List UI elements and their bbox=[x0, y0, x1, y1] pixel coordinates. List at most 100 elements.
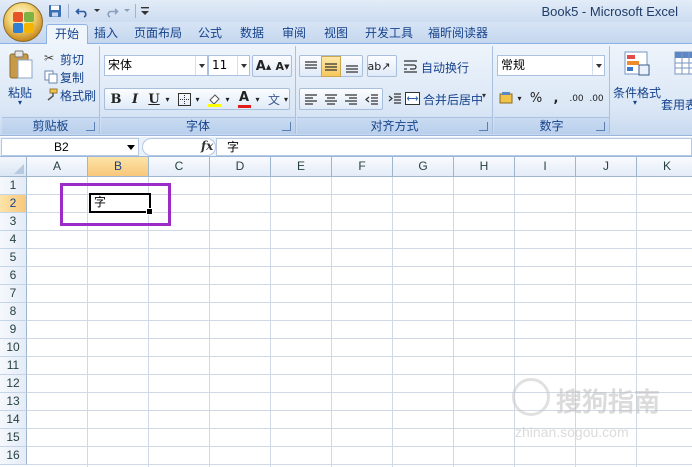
clipboard-dialog-launcher[interactable] bbox=[86, 122, 95, 131]
phonetic-dropdown-icon[interactable]: ▾ bbox=[282, 89, 290, 110]
column-header-b[interactable]: B bbox=[88, 157, 149, 177]
font-dialog-launcher[interactable] bbox=[282, 122, 291, 131]
insert-function-icon[interactable]: fx bbox=[201, 139, 213, 153]
fill-color-icon[interactable] bbox=[205, 89, 223, 110]
phonetic-icon[interactable]: 文 bbox=[265, 89, 283, 110]
row-header-12[interactable]: 12 bbox=[0, 375, 27, 393]
tab-developer[interactable]: 开发工具 bbox=[362, 24, 416, 44]
tab-page-layout[interactable]: 页面布局 bbox=[128, 24, 188, 44]
tab-foxit-reader[interactable]: 福昕阅读器 bbox=[424, 24, 492, 44]
italic-button[interactable]: I bbox=[126, 89, 144, 110]
name-box[interactable]: B2 bbox=[1, 138, 139, 156]
column-header-c[interactable]: C bbox=[149, 157, 210, 177]
column-header-g[interactable]: G bbox=[393, 157, 454, 177]
merge-center-dropdown-icon[interactable]: ▾ bbox=[482, 91, 486, 100]
align-center-icon[interactable] bbox=[321, 89, 341, 110]
column-header-h[interactable]: H bbox=[454, 157, 515, 177]
align-left-icon[interactable] bbox=[301, 89, 321, 110]
paste-button[interactable]: 粘贴 ▾ bbox=[6, 50, 36, 112]
row-header-10[interactable]: 10 bbox=[0, 339, 27, 357]
row-header-11[interactable]: 11 bbox=[0, 357, 27, 375]
font-size-combo[interactable]: 11 bbox=[208, 55, 250, 76]
align-bottom-icon[interactable] bbox=[342, 56, 362, 77]
font-size-dropdown-icon[interactable] bbox=[237, 56, 249, 75]
font-name-combo[interactable]: 宋体 bbox=[104, 55, 208, 76]
alignment-dialog-launcher[interactable] bbox=[479, 122, 488, 131]
grow-font-icon[interactable]: A ▲ bbox=[254, 56, 273, 77]
customize-icon[interactable] bbox=[140, 3, 150, 19]
formula-input[interactable]: 字 bbox=[216, 138, 692, 156]
tab-insert[interactable]: 插入 bbox=[90, 24, 122, 44]
row-header-5[interactable]: 5 bbox=[0, 249, 27, 267]
decrease-decimal-icon[interactable]: .00 bbox=[587, 88, 606, 109]
column-header-k[interactable]: K bbox=[637, 157, 692, 177]
row-header-7[interactable]: 7 bbox=[0, 285, 27, 303]
clipboard-group-label: 剪贴板 bbox=[2, 117, 99, 134]
number-dialog-launcher[interactable] bbox=[596, 122, 605, 131]
borders-dropdown-icon[interactable]: ▾ bbox=[193, 89, 202, 110]
format-as-table-button[interactable]: 套用表格格 bbox=[661, 48, 692, 114]
font-size-value: 11 bbox=[212, 58, 228, 72]
wrap-text-button[interactable]: 自动换行 bbox=[403, 57, 487, 77]
row-header-2[interactable]: 2 bbox=[0, 195, 27, 213]
align-top-icon[interactable] bbox=[301, 56, 321, 77]
underline-button[interactable]: U bbox=[145, 89, 163, 110]
tab-view[interactable]: 视图 bbox=[320, 24, 352, 44]
tab-formulas[interactable]: 公式 bbox=[194, 24, 226, 44]
merge-center-button[interactable]: 合并后居中 ▾ bbox=[405, 89, 491, 109]
redo-icon[interactable] bbox=[103, 3, 121, 19]
conditional-format-button[interactable]: 条件格式 ▾ bbox=[611, 48, 663, 114]
accounting-dropdown-icon[interactable]: ▾ bbox=[515, 88, 524, 109]
undo-icon[interactable] bbox=[73, 3, 91, 19]
font-color-dropdown-icon[interactable]: ▾ bbox=[253, 89, 262, 110]
row-header-14[interactable]: 14 bbox=[0, 411, 27, 429]
accounting-format-icon[interactable] bbox=[497, 88, 515, 109]
row-header-13[interactable]: 13 bbox=[0, 393, 27, 411]
tab-review[interactable]: 审阅 bbox=[278, 24, 310, 44]
font-color-icon[interactable]: A bbox=[235, 89, 253, 110]
underline-dropdown-icon[interactable]: ▾ bbox=[163, 89, 172, 110]
increase-decimal-icon[interactable]: .00 bbox=[567, 88, 586, 109]
row-header-9[interactable]: 9 bbox=[0, 321, 27, 339]
row-header-6[interactable]: 6 bbox=[0, 267, 27, 285]
row-header-16[interactable]: 16 bbox=[0, 447, 27, 465]
align-right-icon[interactable] bbox=[341, 89, 361, 110]
select-all-button[interactable] bbox=[0, 157, 27, 177]
row-header-1[interactable]: 1 bbox=[0, 177, 27, 195]
column-header-j[interactable]: J bbox=[576, 157, 637, 177]
column-header-a[interactable]: A bbox=[27, 157, 88, 177]
row-header-15[interactable]: 15 bbox=[0, 429, 27, 447]
redo-dropdown-icon[interactable] bbox=[123, 3, 131, 19]
save-icon[interactable] bbox=[46, 3, 64, 19]
comma-style-button[interactable]: , bbox=[547, 88, 565, 109]
decrease-indent-icon[interactable] bbox=[362, 89, 382, 110]
format-painter-button[interactable]: 格式刷 bbox=[44, 86, 100, 104]
font-name-dropdown-icon[interactable] bbox=[195, 56, 207, 75]
shrink-font-icon[interactable]: A ▼ bbox=[273, 56, 292, 77]
merge-center-label: 合并后居中 bbox=[423, 93, 484, 107]
increase-indent-button[interactable] bbox=[385, 88, 405, 110]
tab-home[interactable]: 开始 bbox=[46, 24, 88, 45]
percent-style-button[interactable]: % bbox=[527, 88, 545, 109]
office-button[interactable] bbox=[3, 2, 43, 42]
column-header-d[interactable]: D bbox=[210, 157, 271, 177]
fill-color-dropdown-icon[interactable]: ▾ bbox=[223, 89, 232, 110]
copy-button[interactable]: 复制 bbox=[44, 68, 96, 86]
align-middle-icon[interactable] bbox=[321, 56, 341, 77]
row-header-3[interactable]: 3 bbox=[0, 213, 27, 231]
bold-button[interactable]: B bbox=[107, 89, 125, 110]
number-format-dropdown-icon[interactable] bbox=[592, 56, 604, 75]
number-format-combo[interactable]: 常规 bbox=[497, 55, 605, 76]
name-box-dropdown-icon[interactable] bbox=[127, 145, 135, 150]
borders-icon[interactable] bbox=[175, 89, 193, 110]
column-header-e[interactable]: E bbox=[271, 157, 332, 177]
orientation-button[interactable]: ab↗ bbox=[367, 55, 397, 77]
column-header-f[interactable]: F bbox=[332, 157, 393, 177]
column-header-i[interactable]: I bbox=[515, 157, 576, 177]
tab-data[interactable]: 数据 bbox=[236, 24, 268, 44]
undo-dropdown-icon[interactable] bbox=[93, 3, 101, 19]
cut-button[interactable]: ✂ 剪切 bbox=[44, 50, 96, 68]
row-header-4[interactable]: 4 bbox=[0, 231, 27, 249]
office-logo-icon bbox=[13, 12, 35, 34]
row-header-8[interactable]: 8 bbox=[0, 303, 27, 321]
